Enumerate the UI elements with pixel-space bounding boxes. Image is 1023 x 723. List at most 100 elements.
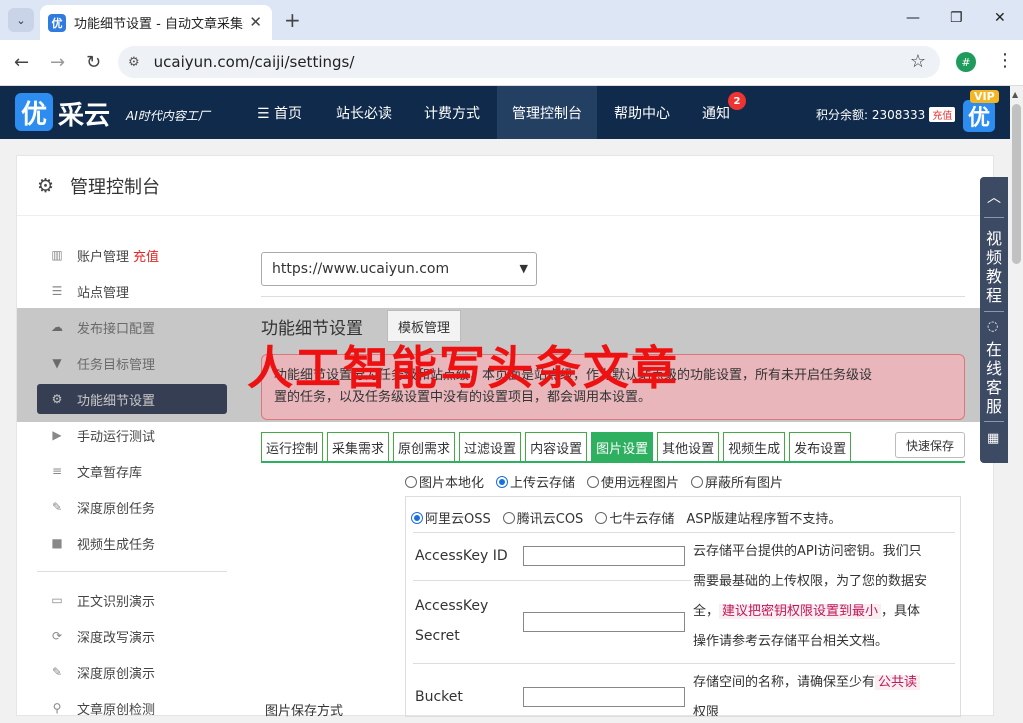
online-service-link[interactable]: 在线客服: [986, 340, 1002, 416]
tab-run-control[interactable]: 运行控制: [261, 432, 324, 462]
bucket-input[interactable]: [523, 687, 685, 707]
image-save-mode-label: 图片保存方式: [265, 704, 344, 719]
tab-image-settings[interactable]: 图片设置: [591, 432, 654, 462]
page-scrollbar[interactable]: ▲: [1010, 86, 1023, 716]
scroll-up-arrow-icon[interactable]: ▲: [1012, 90, 1018, 99]
chevron-up-icon[interactable]: ︿: [987, 187, 1001, 207]
video-tutorial-link[interactable]: 视频教程: [986, 229, 1002, 305]
nav-console[interactable]: 管理控制台: [497, 86, 597, 139]
nav-notifications[interactable]: 通知 2: [688, 86, 748, 139]
sidebar-item-label: 视频生成任务: [77, 537, 156, 553]
reload-icon[interactable]: ↻: [86, 52, 101, 73]
tab-publish-settings[interactable]: 发布设置: [789, 432, 852, 462]
nav-webmaster-guide[interactable]: 站长必读: [322, 86, 406, 139]
points-balance: 积分余额: 2308333 充值: [816, 106, 956, 123]
highlight-text: 建议把密钥权限设置到最小: [719, 604, 882, 619]
vip-avatar[interactable]: 优: [963, 100, 995, 132]
recharge-link[interactable]: 充值: [133, 246, 159, 265]
radio-remote-image[interactable]: 使用远程图片: [587, 472, 679, 491]
sidebar-item-label: 文章暂存库: [77, 465, 143, 481]
desc-line: 操作请参考云存储平台相关文档。: [693, 634, 889, 649]
nav-pricing[interactable]: 计费方式: [410, 86, 494, 139]
sidebar-item-original-demo[interactable]: ✎ 深度原创演示: [37, 657, 227, 687]
access-key-id-input[interactable]: [523, 546, 685, 566]
notification-count-badge: 2: [728, 92, 746, 110]
radio-button[interactable]: [496, 475, 509, 488]
nav-notifications-label: 通知: [702, 105, 730, 122]
sidebar-item-rewrite-demo[interactable]: ⟳ 深度改写演示: [37, 621, 227, 651]
minimize-icon[interactable]: —: [906, 10, 920, 26]
radio-button[interactable]: [411, 511, 423, 524]
bookmark-star-icon[interactable]: ☆: [910, 51, 926, 72]
scroll-thumb[interactable]: [1012, 104, 1021, 264]
sidebar-item-label: 站点管理: [77, 285, 130, 301]
radio-aliyun-oss[interactable]: 阿里云OSS: [411, 508, 491, 527]
sidebar-item-label: 深度改写演示: [77, 630, 156, 646]
nav-home[interactable]: ☰ 首页: [243, 86, 316, 139]
sidebar-item-video-task[interactable]: ■ 视频生成任务: [37, 528, 227, 558]
back-icon[interactable]: ←: [14, 52, 29, 73]
tab-other-settings[interactable]: 其他设置: [657, 432, 720, 462]
site-info-icon[interactable]: ⚙: [128, 55, 140, 70]
browser-menu-icon[interactable]: ⋮: [996, 50, 1014, 71]
forward-icon[interactable]: →: [50, 52, 65, 73]
radio-button[interactable]: [405, 475, 417, 488]
access-key-secret-label-1: AccessKey: [415, 598, 489, 614]
quick-save-button[interactable]: 快速保存: [895, 432, 966, 458]
promo-overlay-text: 人工智能写头条文章: [247, 341, 679, 395]
sidebar-item-sites[interactable]: ☰ 站点管理: [37, 276, 227, 306]
radio-tencent-cos[interactable]: 腾讯云COS: [502, 508, 583, 527]
radio-qiniu[interactable]: 七牛云存储: [595, 508, 674, 527]
monitor-icon: ▭: [51, 593, 63, 607]
desc-line: 存储空间的名称，请确保至少有 公共读: [693, 668, 955, 698]
radio-upload-cloud[interactable]: 上传云存储: [496, 472, 575, 491]
sidebar-item-account[interactable]: ▥ 账户管理 充值: [37, 240, 227, 270]
sidebar-item-originality-check[interactable]: ⚲ 文章原创检测: [37, 693, 227, 723]
tab-filter-settings[interactable]: 过滤设置: [459, 432, 522, 462]
tab-content-settings[interactable]: 内容设置: [525, 432, 588, 462]
row-divider: [413, 663, 955, 664]
sidebar-item-text-recognition-demo[interactable]: ▭ 正文识别演示: [37, 585, 227, 615]
recharge-tag[interactable]: 充值: [929, 107, 956, 122]
tab-collect-needs[interactable]: 采集需求: [327, 432, 390, 462]
tab-video-generation[interactable]: 视频生成: [723, 432, 786, 462]
highlight-text: 公共读: [875, 675, 921, 690]
logo-text[interactable]: 采云: [58, 95, 110, 132]
radio-button[interactable]: [595, 511, 608, 524]
site-select[interactable]: https://www.ucaiyun.com ▼: [261, 252, 537, 286]
radio-block-images[interactable]: 屏蔽所有图片: [691, 472, 783, 491]
gear-icon: ⚙: [37, 174, 55, 197]
new-tab-button[interactable]: +: [284, 8, 301, 32]
settings-tabs: 运行控制 采集需求 原创需求 过滤设置 内容设置 图片设置 其他设置 视频生成 …: [261, 432, 855, 462]
address-bar[interactable]: ⚙ ucaiyun.com/caiji/settings/ ☆: [118, 46, 940, 78]
tab-search-button[interactable]: ⌄: [8, 8, 34, 32]
profile-avatar[interactable]: #: [956, 52, 976, 72]
sidebar-item-deep-original-task[interactable]: ✎ 深度原创任务: [37, 492, 227, 522]
divider: [261, 296, 965, 297]
sidebar-item-label: 正文识别演示: [77, 594, 156, 610]
favicon: 优: [48, 13, 66, 32]
radio-button[interactable]: [691, 475, 704, 488]
access-key-secret-input[interactable]: [523, 612, 685, 632]
float-divider: [984, 217, 1004, 218]
nav-help-center[interactable]: 帮助中心: [600, 86, 684, 139]
database-icon: ≡: [51, 464, 63, 478]
logo-icon[interactable]: 优: [15, 93, 53, 131]
window-close-icon[interactable]: ✕: [994, 10, 1006, 26]
site-header: 优 采云 AI时代内容工厂 ☰ 首页 站长必读 计费方式 管理控制台 帮助中心 …: [0, 86, 1010, 139]
desc-line: 权限: [693, 705, 720, 716]
close-icon[interactable]: ✕: [249, 13, 262, 31]
radio-button[interactable]: [502, 511, 515, 524]
sidebar-item-article-store[interactable]: ≡ 文章暂存库: [37, 456, 227, 486]
points-balance-text: 积分余额: 2308333: [816, 108, 926, 122]
desc-line: 云存储平台提供的API访问密钥。我们只: [693, 544, 922, 559]
browser-tab-active[interactable]: 优 功能细节设置 - 自动文章采集影 ✕: [40, 5, 272, 40]
sidebar-item-label: 深度原创任务: [77, 501, 156, 517]
tab-original-needs[interactable]: 原创需求: [393, 432, 456, 462]
qrcode-icon[interactable]: ▦: [987, 431, 999, 446]
restore-icon[interactable]: ❐: [950, 10, 963, 26]
sidebar-item-manual-test[interactable]: ▶ 手动运行测试: [37, 420, 227, 450]
radio-button[interactable]: [587, 475, 600, 488]
radio-image-localize[interactable]: 图片本地化: [405, 472, 484, 491]
page-title: 管理控制台: [70, 176, 161, 198]
